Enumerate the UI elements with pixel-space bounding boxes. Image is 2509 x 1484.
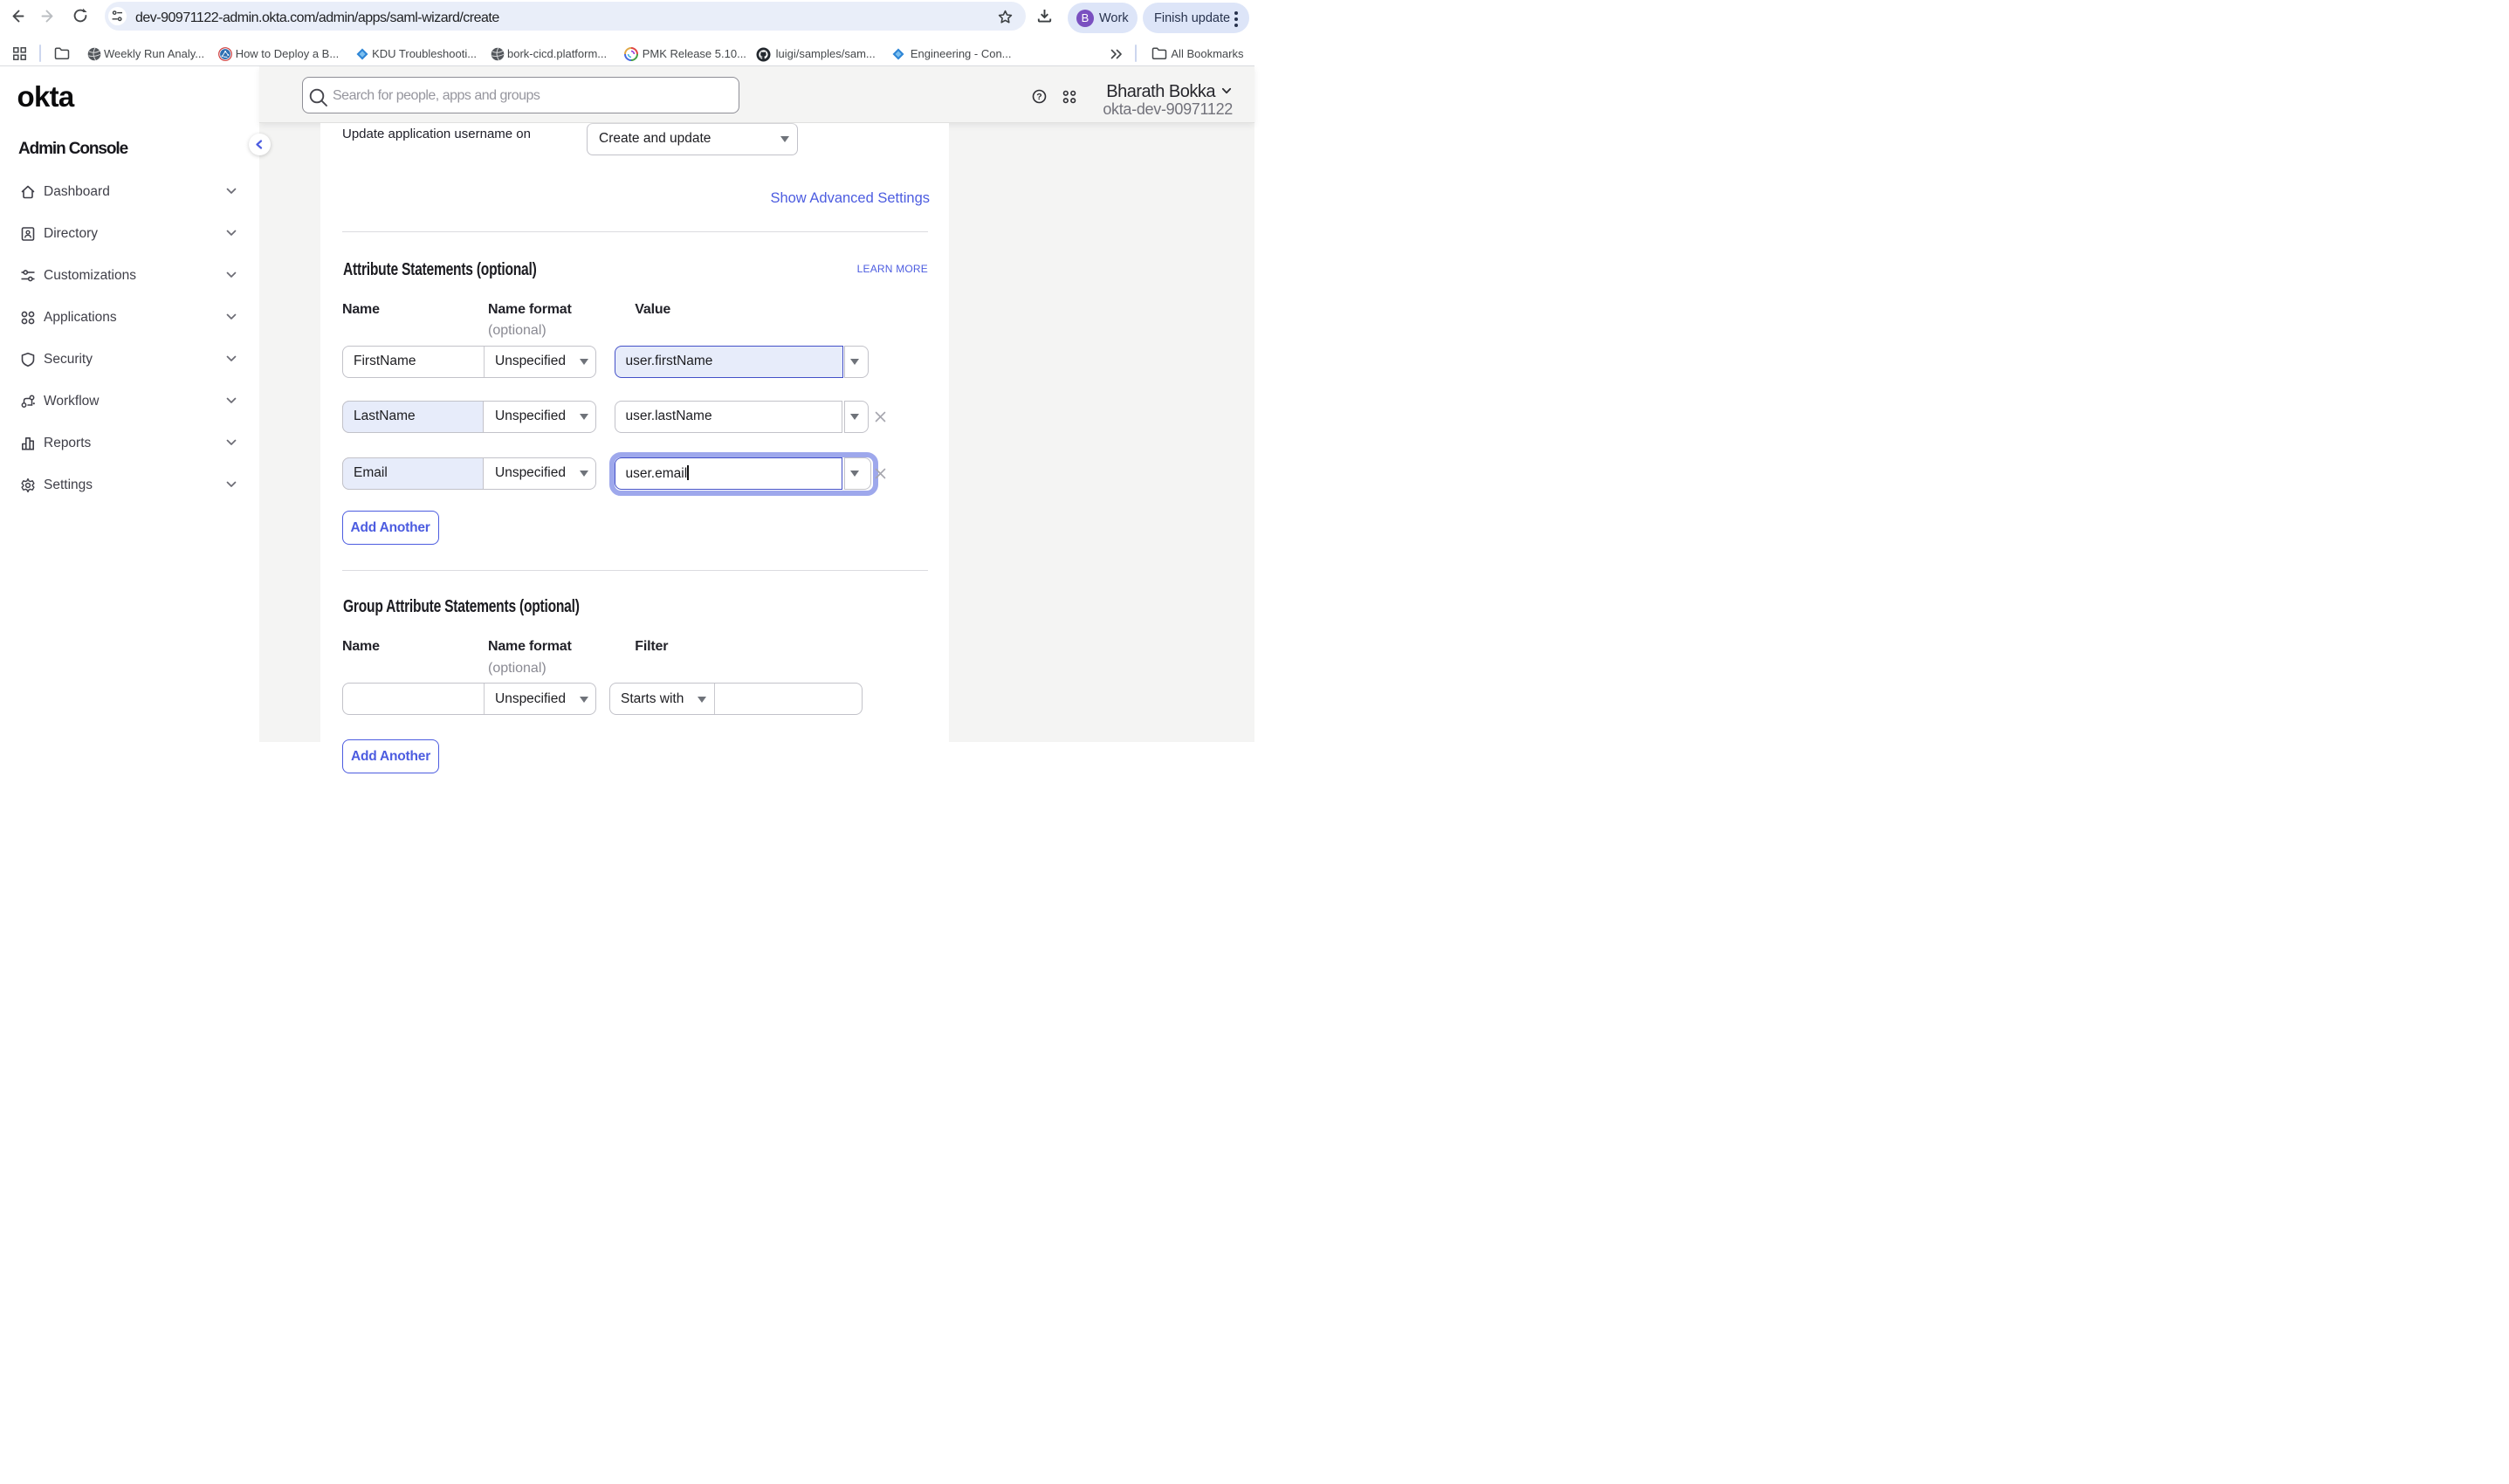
svg-text:?: ? [1036, 92, 1041, 102]
